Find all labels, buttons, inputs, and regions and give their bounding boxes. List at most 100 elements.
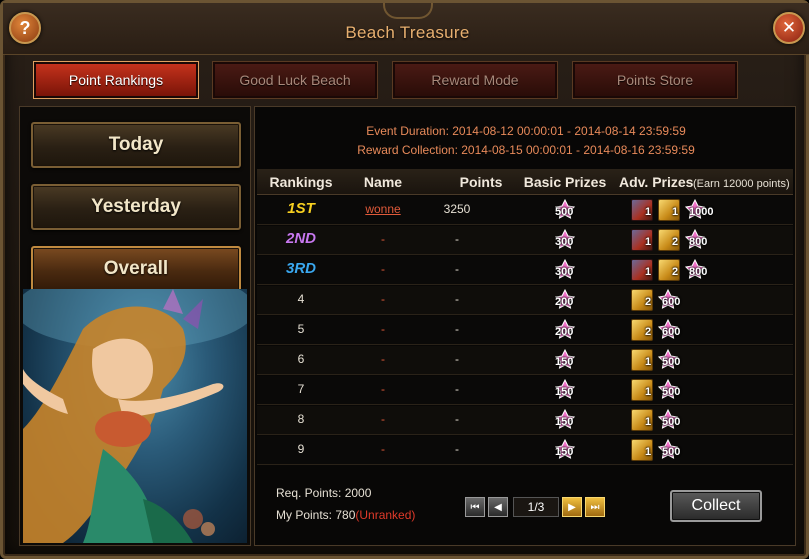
tab-reward-mode[interactable]: Reward Mode	[392, 61, 558, 99]
rank-cell: 7	[297, 382, 305, 396]
rank-cell: 4	[297, 292, 305, 306]
yesterday-button[interactable]: Yesterday	[31, 184, 241, 230]
points-cell: -	[455, 292, 459, 306]
points-cell: -	[455, 232, 459, 246]
col-basic-prizes: Basic Prizes	[523, 174, 607, 190]
table-row: 4 - - 200 2 600	[257, 286, 793, 315]
basic-prize-qty: 300	[555, 236, 574, 248]
basic-prize-qty: 150	[555, 356, 574, 368]
tab-point-rankings[interactable]: Point Rankings	[33, 61, 199, 99]
earn-points-note: (Earn 12000 points)	[693, 178, 790, 190]
rank-cell: 2ND	[285, 230, 316, 247]
title-bar: Beach Treasure ? ✕	[3, 3, 809, 55]
col-adv-prizes: Adv. Prizes	[619, 174, 694, 190]
player-name: -	[381, 442, 385, 456]
rank-cell: 1ST	[287, 200, 315, 217]
col-rankings: Rankings	[269, 174, 333, 190]
player-name: -	[381, 382, 385, 396]
adv-prize-qty: 500	[662, 446, 681, 458]
adv-prize-qty: 2	[672, 266, 679, 278]
basic-prize-qty: 200	[555, 326, 574, 338]
prev-page-icon: ◀	[494, 501, 502, 513]
close-icon: ✕	[781, 18, 797, 37]
tab-points-store[interactable]: Points Store	[572, 61, 738, 99]
points-cell: -	[455, 352, 459, 366]
rankings-panel: Event Duration: 2014-08-12 00:00:01 - 20…	[254, 106, 796, 546]
adv-prize-qty: 1	[645, 236, 652, 248]
player-name: -	[381, 322, 385, 336]
last-page-icon: ⏭	[590, 501, 600, 513]
adv-prize-qty: 2	[672, 236, 679, 248]
last-page-button[interactable]: ⏭	[585, 497, 605, 517]
points-cell: -	[455, 382, 459, 396]
adv-prize-qty: 1	[645, 386, 652, 398]
question-mark-icon: ?	[19, 17, 31, 38]
mermaid-art	[23, 289, 247, 543]
overall-button[interactable]: Overall	[31, 246, 241, 292]
tab-good-luck-beach[interactable]: Good Luck Beach	[212, 61, 378, 99]
col-name: Name	[363, 174, 403, 190]
points-cell: -	[455, 412, 459, 426]
adv-prize-qty: 800	[689, 236, 708, 248]
player-name[interactable]: wonne	[353, 202, 413, 216]
adv-prize-qty: 500	[662, 356, 681, 368]
adv-prize-qty: 600	[662, 326, 681, 338]
next-page-icon: ▶	[568, 501, 576, 513]
rank-cell: 5	[297, 322, 305, 336]
adv-prize-qty: 500	[662, 416, 681, 428]
basic-prize-qty: 150	[555, 386, 574, 398]
first-page-icon: ⏮	[470, 501, 480, 513]
reward-collection: Reward Collection: 2014-08-15 00:00:01 -…	[357, 143, 695, 157]
event-duration: Event Duration: 2014-08-12 00:00:01 - 20…	[366, 124, 686, 138]
title-ornament	[383, 3, 433, 19]
adv-prize-qty: 1	[645, 356, 652, 368]
basic-prize-qty: 150	[555, 446, 574, 458]
adv-prize-qty: 500	[662, 386, 681, 398]
collect-button[interactable]: Collect	[670, 490, 762, 522]
col-points: Points	[459, 174, 503, 190]
adv-prize-qty: 600	[662, 296, 681, 308]
player-name: -	[381, 262, 385, 276]
adv-prize-qty: 1	[645, 416, 652, 428]
adv-prize-qty: 1	[645, 446, 652, 458]
adv-prize-qty: 1	[645, 266, 652, 278]
mermaid-illustration	[23, 289, 247, 543]
adv-prize-qty: 1	[645, 206, 652, 218]
my-points: My Points: 780(Unranked)	[276, 508, 415, 522]
beach-treasure-window: Beach Treasure ? ✕ Point Rankings Good L…	[0, 0, 809, 559]
table-row: 1ST wonne 3250 500 1 1 1000	[257, 196, 793, 225]
table-row: 2ND - - 300 1 2 800	[257, 226, 793, 255]
player-name: -	[381, 232, 385, 246]
today-button[interactable]: Today	[31, 122, 241, 168]
help-button[interactable]: ?	[9, 12, 41, 44]
adv-prize-qty: 1000	[689, 206, 714, 218]
ranking-status: (Unranked)	[355, 508, 416, 522]
table-row: 7 - - 150 1 500	[257, 376, 793, 405]
rank-cell: 3RD	[285, 260, 316, 277]
rank-cell: 8	[297, 412, 305, 426]
prev-page-button[interactable]: ◀	[488, 497, 508, 517]
player-name: -	[381, 292, 385, 306]
required-points: Req. Points: 2000	[276, 486, 372, 500]
points-cell: 3250	[443, 202, 471, 216]
next-page-button[interactable]: ▶	[562, 497, 582, 517]
adv-prize-qty: 800	[689, 266, 708, 278]
close-button[interactable]: ✕	[773, 12, 805, 44]
basic-prize-qty: 300	[555, 266, 574, 278]
tab-bar: Point Rankings Good Luck Beach Reward Mo…	[3, 61, 809, 100]
first-page-button[interactable]: ⏮	[465, 497, 485, 517]
page-indicator: 1/3	[513, 497, 559, 517]
player-name: -	[381, 412, 385, 426]
points-cell: -	[455, 322, 459, 336]
basic-prize-qty: 500	[555, 206, 574, 218]
basic-prize-qty: 150	[555, 416, 574, 428]
player-name: -	[381, 352, 385, 366]
rank-cell: 9	[297, 442, 305, 456]
adv-prize-qty: 1	[672, 206, 679, 218]
rank-cell: 6	[297, 352, 305, 366]
table-row: 9 - - 150 1 500	[257, 436, 793, 465]
table-row: 3RD - - 300 1 2 800	[257, 256, 793, 285]
points-cell: -	[455, 262, 459, 276]
basic-prize-qty: 200	[555, 296, 574, 308]
adv-prize-qty: 2	[645, 296, 652, 308]
